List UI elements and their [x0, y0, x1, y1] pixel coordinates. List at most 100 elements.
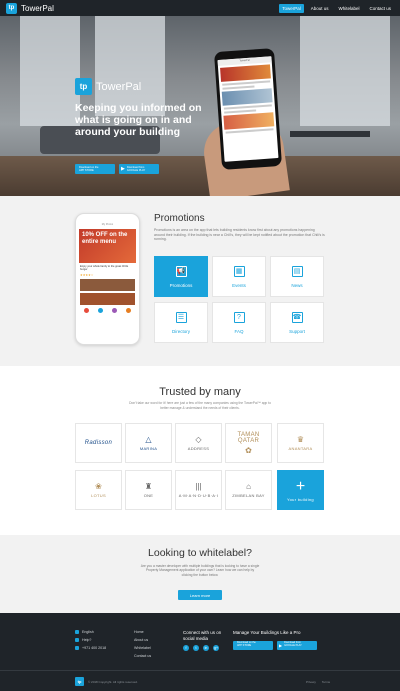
footer-link-about[interactable]: About us — [134, 638, 151, 642]
footer-link-whitelabel[interactable]: Whitelabel — [134, 646, 151, 650]
mock-tab-dot — [83, 308, 89, 313]
plus-icon: + — [295, 477, 306, 495]
top-navbar: tp TowerPal TowerPal About us Whitelabel… — [0, 0, 400, 16]
whitelabel-description: Are you a master developer with multiple… — [140, 564, 260, 577]
hero-phone: TowerPal — [213, 48, 283, 170]
logo-text: ANANTARA — [288, 446, 313, 451]
towerpal-logo-icon[interactable]: tp — [6, 2, 17, 14]
footer-link-home[interactable]: Home — [134, 630, 151, 634]
facebook-icon[interactable]: f — [183, 645, 189, 651]
news-icon: ▤ — [291, 265, 303, 277]
client-logo-marina: △ MARINA — [125, 423, 172, 463]
mock-tab-dot — [97, 308, 103, 313]
help-label: Help? — [82, 638, 92, 642]
nav-link-about[interactable]: About us — [308, 4, 332, 13]
hero-title: Keeping you informed on what is going on… — [75, 102, 202, 138]
mock-thumbnail — [80, 279, 135, 291]
googleplus-icon[interactable]: g+ — [213, 645, 219, 651]
phone-icon — [75, 646, 79, 650]
footer-google-play-button[interactable]: ▶ Download from GOOGLE PLAY — [277, 640, 317, 650]
footer-link-contact[interactable]: Contact us — [134, 654, 151, 658]
add-your-building-button[interactable]: + Your building — [277, 470, 324, 510]
footer-link-label: Whitelabel — [134, 646, 151, 650]
tile-directory[interactable]: ☰ Directory — [154, 302, 208, 343]
learn-more-button[interactable]: Learn more — [178, 590, 222, 600]
hero-logo: tp TowerPal — [75, 78, 141, 95]
add-label: Your building — [287, 496, 314, 502]
footer-app-store-button[interactable]: Download on the APP STORE — [233, 640, 273, 650]
privacy-link[interactable]: Privacy — [306, 680, 316, 684]
tile-events[interactable]: ▦ Events — [212, 256, 266, 297]
phone-image — [221, 88, 273, 106]
app-store-big: APP STORE — [237, 644, 252, 647]
app-store-button[interactable]: Download on the APP STORE — [75, 164, 115, 174]
help-link[interactable]: Help? — [75, 638, 106, 642]
phone-label: +971 400 2018 — [82, 646, 107, 650]
whitelabel-title: Looking to whitelabel? — [148, 547, 252, 559]
language-selector[interactable]: English — [75, 630, 106, 634]
hero-phone-screen: TowerPal — [217, 56, 279, 162]
hero-brand: TowerPal — [96, 80, 142, 93]
client-logo-hotel: ||| A·M·A·N·D·U·B·A·I — [175, 470, 222, 510]
mock-tab-dot — [126, 308, 132, 313]
nav-link-whitelabel[interactable]: Whitelabel — [335, 4, 362, 13]
phone-image — [220, 64, 271, 82]
footer-logo-icon[interactable]: tp — [75, 677, 84, 686]
footer-link-label: About us — [134, 638, 149, 642]
twitter-icon[interactable]: t — [193, 645, 199, 651]
mock-banner: 10% OFF on the entire menu — [79, 229, 136, 263]
marina-icon: △ — [145, 435, 152, 444]
promotions-description: Promotions is an area on the app that le… — [154, 228, 325, 241]
copyright: © 2018 Copyright. All rights reserved. — [88, 680, 138, 684]
footer-contact: English Help? +971 400 2018 — [75, 630, 106, 654]
tile-label: Support — [289, 328, 305, 334]
nav-link-towerpal[interactable]: TowerPal — [279, 3, 304, 13]
client-logo-anantara: ♛ ANANTARA — [277, 423, 324, 463]
mock-rating: ★★★★☆ — [80, 273, 94, 277]
logo-text: ZIMBELAN BAY — [232, 493, 265, 498]
tile-news[interactable]: ▤ News — [270, 256, 324, 297]
client-logo-address: ◇ ADDRESS — [175, 423, 222, 463]
trusted-description: Don't take our word for it! here are jus… — [129, 401, 271, 410]
logo-text: A·M·A·N·D·U·B·A·I — [178, 493, 219, 498]
mock-tab-dot — [112, 308, 118, 313]
phone-number[interactable]: +971 400 2018 — [75, 646, 106, 650]
tile-promotions[interactable]: 📢 Promotions — [154, 256, 208, 297]
tile-support[interactable]: ☎ Support — [270, 302, 324, 343]
linkedin-icon[interactable]: in — [203, 645, 209, 651]
footer-link-label: Contact us — [134, 654, 152, 658]
hero-window — [95, 16, 165, 116]
footer-apps: Manage Your Buildings Like a Pro Downloa… — [233, 630, 333, 650]
help-icon — [75, 638, 79, 642]
hero-section: tp TowerPal Keeping you informed on what… — [0, 16, 400, 196]
promotions-section: My Promo 10% OFF on the entire menu Enjo… — [0, 196, 400, 366]
terms-link[interactable]: Terms — [322, 680, 330, 684]
tile-label: Directory — [171, 328, 190, 334]
client-logo-one: ♜ ONE — [125, 470, 172, 510]
trusted-title: Trusted by many — [159, 386, 241, 398]
language-label: English — [82, 630, 94, 634]
nav-links: TowerPal About us Whitelabel Contact us — [279, 3, 394, 13]
globe-icon — [75, 630, 79, 634]
hero-window — [20, 16, 80, 126]
nav-link-contact[interactable]: Contact us — [366, 4, 394, 13]
logo-text: MARINA — [139, 446, 158, 451]
whitelabel-section: Looking to whitelabel? Are you a master … — [0, 535, 400, 613]
footer-divider — [0, 670, 400, 671]
footer-social: Connect with us on social media f t in g… — [183, 630, 228, 651]
hero-floor — [0, 156, 400, 196]
logo-text: TAMAN QATAR — [237, 431, 260, 444]
google-play-big: GOOGLE PLAY — [284, 644, 302, 647]
client-logo-taman: TAMAN QATAR ✿ — [225, 423, 272, 463]
logo-text: ONE — [143, 493, 154, 498]
play-icon: ▶ — [279, 642, 283, 648]
tile-faq[interactable]: ? FAQ — [212, 302, 266, 343]
brand-name[interactable]: TowerPal — [21, 4, 54, 13]
client-logo-radisson: Radisson — [75, 423, 122, 463]
faq-icon: ? — [233, 311, 245, 323]
legal-links: Privacy Terms — [306, 680, 330, 684]
phone-image — [223, 112, 275, 130]
one-icon: ♜ — [144, 482, 153, 491]
google-play-button[interactable]: ▶ Download from GOOGLE PLAY — [119, 164, 159, 174]
lotus-icon: ❀ — [95, 482, 102, 491]
